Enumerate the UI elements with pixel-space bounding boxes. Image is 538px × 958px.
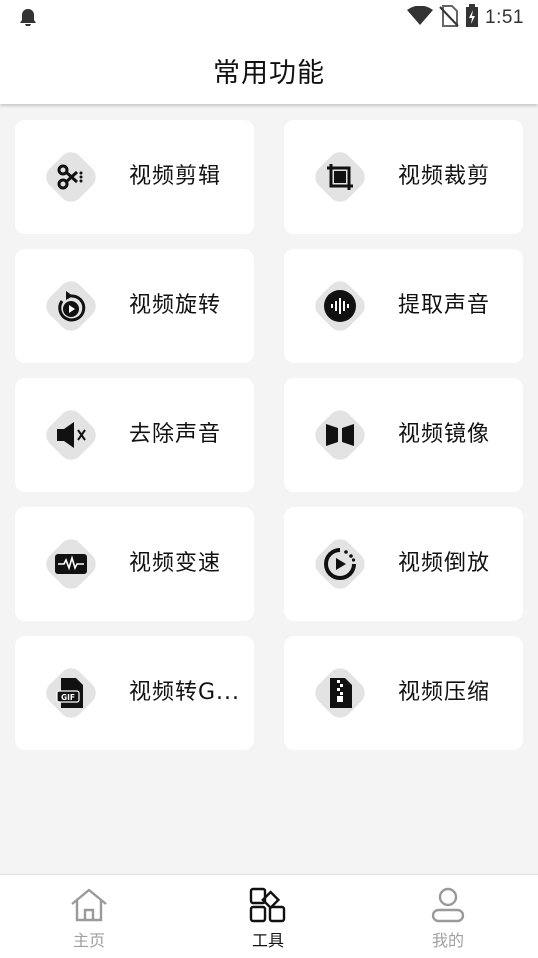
gif-icon: GIF [56, 678, 83, 708]
tool-label: 视频压缩 [398, 680, 491, 705]
nav-label-home: 主页 [72, 931, 105, 950]
tool-label: 视频变速 [129, 551, 222, 576]
user-icon [431, 887, 465, 923]
tool-card-extract-audio[interactable]: 提取声音 [284, 249, 523, 363]
tool-label: 视频倒放 [398, 551, 491, 576]
tools-grid-icon [249, 887, 286, 923]
tool-label: 视频裁剪 [398, 164, 491, 189]
nav-tools[interactable]: 工具 [208, 875, 328, 958]
tool-card-video-speed[interactable]: 视频变速 [15, 507, 254, 621]
reverse-play-icon [324, 548, 356, 580]
tool-label: 提取声音 [398, 293, 491, 318]
wifi-icon [407, 5, 434, 30]
tool-label: 视频旋转 [129, 293, 222, 318]
tool-label: 视频转G... [129, 680, 241, 705]
tool-card-video-compress[interactable]: 视频压缩 [284, 636, 523, 750]
nav-home[interactable]: 主页 [29, 875, 149, 958]
battery-charging-icon [465, 4, 479, 32]
mute-icon [57, 422, 86, 448]
home-icon [71, 888, 107, 922]
audio-wave-icon [324, 290, 356, 322]
speed-icon [55, 554, 87, 574]
crop-icon [327, 164, 353, 190]
zip-icon [330, 678, 352, 708]
tool-label: 视频镜像 [398, 422, 491, 447]
nav-label-profile: 我的 [431, 931, 464, 950]
tool-card-video-edit[interactable]: 视频剪辑 [15, 120, 254, 234]
page-title: 常用功能 [213, 57, 325, 89]
no-sim-icon [439, 5, 459, 31]
mirror-icon [326, 424, 354, 446]
tool-label: 视频剪辑 [129, 164, 222, 189]
rotate-icon [58, 291, 86, 322]
tool-card-video-reverse[interactable]: 视频倒放 [284, 507, 523, 621]
tool-card-video-rotate[interactable]: 视频旋转 [15, 249, 254, 363]
status-bar: 1:51 [0, 0, 538, 36]
tool-card-video-to-gif[interactable]: GIF 视频转G... [15, 636, 254, 750]
svg-text:GIF: GIF [61, 693, 75, 702]
tool-card-remove-audio[interactable]: 去除声音 [15, 378, 254, 492]
tool-card-video-mirror[interactable]: 视频镜像 [284, 378, 523, 492]
tool-card-video-crop[interactable]: 视频裁剪 [284, 120, 523, 234]
notification-icon [18, 8, 38, 32]
nav-label-tools: 工具 [251, 931, 284, 950]
status-time: 1:51 [485, 7, 524, 28]
bottom-nav: 主页 工具 我的 [0, 874, 538, 958]
title-bar: 常用功能 [0, 36, 538, 104]
tool-label: 去除声音 [129, 422, 222, 447]
nav-profile[interactable]: 我的 [388, 875, 508, 958]
scissors-icon [57, 164, 83, 190]
